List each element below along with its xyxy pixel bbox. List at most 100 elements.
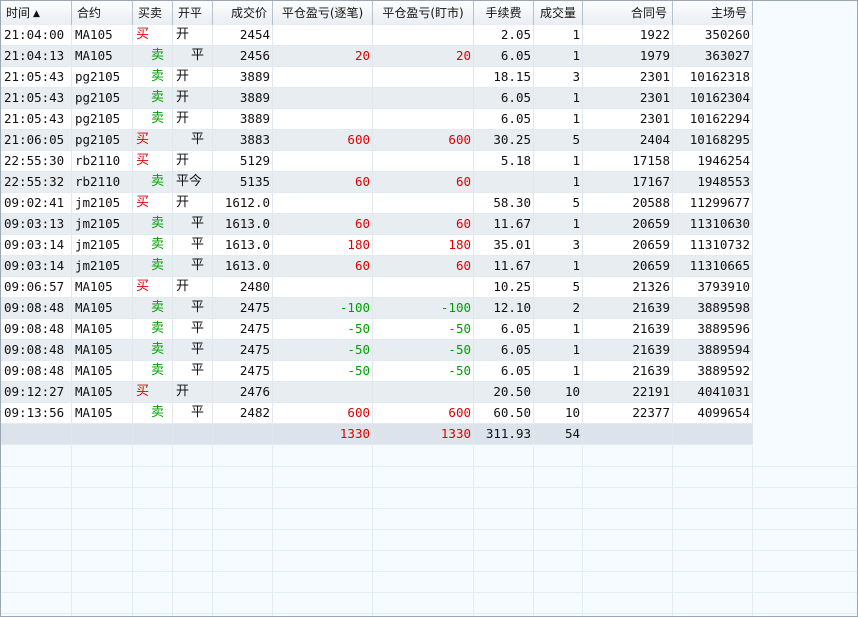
cell-pnl-trade: 600 [273, 130, 373, 150]
cell-volume: 1 [534, 46, 583, 66]
cell-direction: 卖 [133, 319, 173, 339]
cell-price: 5135 [213, 172, 273, 192]
cell-open-close: 平 [173, 235, 213, 255]
cell-time [1, 424, 72, 444]
cell-exchange-no: 1948553 [673, 172, 753, 192]
cell-volume: 1 [534, 214, 583, 234]
cell-fee: 30.25 [474, 130, 534, 150]
table-row[interactable]: 09:08:48 MA105 卖平 2475 -50 -50 6.05 1 21639 38895… [1, 340, 753, 361]
cell-fee: 6.05 [474, 319, 534, 339]
cell-open-close: 平 [173, 340, 213, 360]
column-header-price[interactable]: 成交价 [213, 1, 273, 25]
cell-contract-no: 1979 [583, 46, 673, 66]
cell-contract [72, 424, 133, 444]
cell-open-close [173, 424, 213, 444]
cell-pnl-mtm: -50 [373, 361, 474, 381]
column-header-pnl-mtm[interactable]: 平仓盈亏(盯市) [373, 1, 474, 25]
cell-pnl-trade [273, 382, 373, 402]
cell-contract: rb2110 [72, 151, 133, 171]
table-row[interactable]: 09:08:48 MA105 卖平 2475 -50 -50 6.05 1 21639 38895… [1, 319, 753, 340]
cell-contract-no: 21639 [583, 319, 673, 339]
cell-time: 09:08:48 [1, 298, 72, 318]
cell-price: 2475 [213, 319, 273, 339]
table-row[interactable]: 21:04:00 MA105 买开 2454 2.05 1 1922 350260 [1, 25, 753, 46]
cell-volume: 10 [534, 382, 583, 402]
cell-price: 3889 [213, 88, 273, 108]
table-row[interactable]: 09:12:27 MA105 买开 2476 20.50 10 22191 4041031 [1, 382, 753, 403]
cell-volume: 1 [534, 109, 583, 129]
cell-pnl-trade: 60 [273, 256, 373, 276]
cell-price: 2480 [213, 277, 273, 297]
cell-price: 2476 [213, 382, 273, 402]
cell-exchange-no: 363027 [673, 46, 753, 66]
table-row[interactable]: 09:02:41 jm2105 买开 1612.0 58.30 5 20588 1129967… [1, 193, 753, 214]
cell-direction: 卖 [133, 298, 173, 318]
cell-contract-no: 21639 [583, 340, 673, 360]
table-row[interactable]: 09:06:57 MA105 买开 2480 10.25 5 21326 3793910 [1, 277, 753, 298]
table-row[interactable]: 21:05:43 pg2105 卖开 3889 18.15 3 2301 10162318 [1, 67, 753, 88]
cell-pnl-mtm [373, 67, 474, 87]
cell-contract-no: 2301 [583, 88, 673, 108]
table-row[interactable]: 22:55:30 rb2110 买开 5129 5.18 1 17158 1946254 [1, 151, 753, 172]
cell-price: 1613.0 [213, 235, 273, 255]
table-row[interactable]: 09:08:48 MA105 卖平 2475 -100 -100 12.10 2 21639 38… [1, 298, 753, 319]
table-row[interactable]: 09:03:14 jm2105 卖平 1613.0 180 180 35.01 3 20659 1… [1, 235, 753, 256]
cell-price: 3889 [213, 109, 273, 129]
cell-direction: 卖 [133, 67, 173, 87]
column-header-contract[interactable]: 合约 [72, 1, 133, 25]
column-header-contract-no[interactable]: 合同号 [583, 1, 673, 25]
cell-volume: 5 [534, 130, 583, 150]
cell-exchange-no: 4099654 [673, 403, 753, 423]
column-header-pnl-trade[interactable]: 平仓盈亏(逐笔) [273, 1, 373, 25]
column-header-time[interactable]: 时间 ▲ [1, 1, 72, 25]
cell-pnl-trade [273, 25, 373, 45]
cell-open-close: 平 [173, 46, 213, 66]
cell-contract-no: 21639 [583, 361, 673, 381]
cell-contract-no: 22191 [583, 382, 673, 402]
column-header-open-close[interactable]: 开平 [173, 1, 213, 25]
cell-price: 1613.0 [213, 214, 273, 234]
cell-volume: 3 [534, 235, 583, 255]
cell-time: 09:03:13 [1, 214, 72, 234]
table-row[interactable]: 21:05:43 pg2105 卖开 3889 6.05 1 2301 10162304 [1, 88, 753, 109]
table-row[interactable]: 09:08:48 MA105 卖平 2475 -50 -50 6.05 1 21639 38895… [1, 361, 753, 382]
table-row[interactable]: 09:03:13 jm2105 卖平 1613.0 60 60 11.67 1 20659 113… [1, 214, 753, 235]
table-row[interactable]: 21:04:13 MA105 卖平 2456 20 20 6.05 1 1979 363027 [1, 46, 753, 67]
cell-exchange-no: 3889592 [673, 361, 753, 381]
cell-volume: 1 [534, 361, 583, 381]
column-header-fee[interactable]: 手续费 [474, 1, 534, 25]
cell-direction: 卖 [133, 46, 173, 66]
table-row[interactable]: 21:05:43 pg2105 卖开 3889 6.05 1 2301 10162294 [1, 109, 753, 130]
cell-pnl-trade: 180 [273, 235, 373, 255]
column-header-exchange-no[interactable]: 主场号 [673, 1, 753, 25]
cell-fee: 311.93 [474, 424, 534, 444]
cell-pnl-mtm: 20 [373, 46, 474, 66]
cell-pnl-trade: 60 [273, 214, 373, 234]
cell-open-close: 开 [173, 382, 213, 402]
cell-contract: MA105 [72, 403, 133, 423]
cell-pnl-trade: -50 [273, 361, 373, 381]
cell-time: 22:55:30 [1, 151, 72, 171]
table-row[interactable]: 21:06:05 pg2105 买平 3883 600 600 30.25 5 2404 1016… [1, 130, 753, 151]
cell-direction: 买 [133, 382, 173, 402]
cell-contract-no: 20659 [583, 235, 673, 255]
cell-price: 2482 [213, 403, 273, 423]
table-row[interactable]: 22:55:32 rb2110 卖平今 5135 60 60 1 17167 1948553 [1, 172, 753, 193]
cell-price: 2454 [213, 25, 273, 45]
cell-direction: 卖 [133, 109, 173, 129]
trade-records-grid[interactable]: 时间 ▲ 合约 买卖 开平 成交价 平仓盈亏(逐笔) 平仓盈亏(盯市) 手续费 成交量 合同号 主场号… [0, 0, 858, 617]
cell-fee: 12.10 [474, 298, 534, 318]
cell-contract: MA105 [72, 382, 133, 402]
cell-pnl-trade [273, 67, 373, 87]
table-row[interactable]: 09:03:14 jm2105 卖平 1613.0 60 60 11.67 1 20659 113… [1, 256, 753, 277]
column-header-volume[interactable]: 成交量 [534, 1, 583, 25]
sort-ascending-icon: ▲ [33, 9, 40, 19]
cell-time: 21:04:13 [1, 46, 72, 66]
column-header-label: 成交价 [230, 6, 267, 20]
cell-open-close: 开 [173, 109, 213, 129]
cell-exchange-no: 11310665 [673, 256, 753, 276]
totals-row[interactable]: 1330 1330 311.93 54 [1, 424, 753, 445]
column-header-direction[interactable]: 买卖 [133, 1, 173, 25]
cell-fee: 11.67 [474, 214, 534, 234]
table-row[interactable]: 09:13:56 MA105 卖平 2482 600 600 60.50 10 22377 409… [1, 403, 753, 424]
